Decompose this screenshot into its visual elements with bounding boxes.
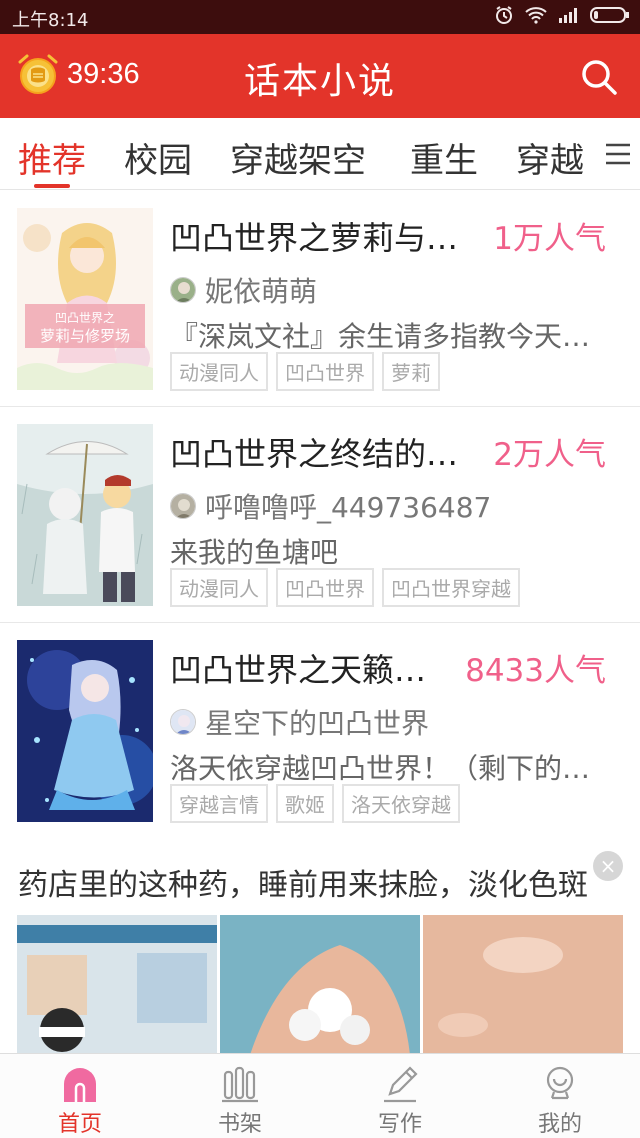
author-row[interactable]: 妮依萌萌 [170,273,318,308]
nav-home[interactable]: 首页 [0,1054,160,1138]
battery-icon [590,7,629,23]
signal-icon [559,8,577,23]
nav-bookshelf[interactable]: 书架 [160,1054,320,1138]
home-icon [64,1068,96,1102]
book-title[interactable]: 凹凸世界之萝莉与… [170,213,470,259]
ad-images[interactable] [17,915,623,1053]
status-time: 上午8:14 [12,10,89,31]
nav-write[interactable]: 写作 [320,1054,480,1138]
nav-label: 我的 [537,1112,582,1137]
book-item[interactable]: 凹凸世界之天籁… 8433人气 星空下的凹凸世界 洛天依穿越凹凸世界！（剩下的…… [0,623,640,839]
tag[interactable]: 动漫同人 [170,568,268,607]
app-bar: 39:36 话本小说 [0,34,640,118]
tag[interactable]: 歌姬 [276,784,334,823]
search-icon[interactable] [578,56,620,98]
book-description: 『深岚文社』余生请多指教今天… [170,320,591,353]
book-title[interactable]: 凹凸世界之终结的… [170,429,470,475]
author-name: 星空下的凹凸世界 [205,707,430,740]
ad-banner[interactable]: 药店里的这种药，睡前用来抹脸，淡化色斑 × [0,838,640,1053]
tab-rebirth[interactable]: 重生 [410,133,478,182]
author-row[interactable]: 呼噜噜呼_449736487 [170,489,492,524]
tag-row: 动漫同人 凹凸世界 萝莉 [170,352,440,391]
tab-recommend[interactable]: 推荐 [18,133,86,182]
avatar [170,709,196,735]
book-title[interactable]: 凹凸世界之天籁… [170,645,470,691]
author-row[interactable]: 星空下的凹凸世界 [170,705,430,740]
tag-row: 动漫同人 凹凸世界 凹凸世界穿越 [170,568,520,607]
popularity-count: 1万人气 [493,221,606,257]
author-name: 妮依萌萌 [205,275,318,308]
close-icon[interactable]: × [593,851,623,881]
book-cover[interactable]: 凹凸世界之 萝莉与修罗场 [17,208,153,390]
tab-time-travel-fiction[interactable]: 穿越架空 [230,133,366,182]
ad-image[interactable] [17,915,217,1053]
tag[interactable]: 洛天依穿越 [342,784,460,823]
menu-icon[interactable] [604,140,632,168]
ad-text[interactable]: 药店里的这种药，睡前用来抹脸，淡化色斑 [18,860,618,904]
tab-campus[interactable]: 校园 [124,133,192,182]
cover-title-line1: 凹凸世界之 [55,311,115,325]
avatar [170,493,196,519]
tag[interactable]: 穿越言情 [170,784,268,823]
cover-title-line2: 萝莉与修罗场 [40,327,130,345]
author-name: 呼噜噜呼_449736487 [205,491,492,524]
app-title: 话本小说 [243,61,396,102]
tag-row: 穿越言情 歌姬 洛天依穿越 [170,784,460,823]
profile-icon [546,1066,574,1100]
wifi-icon [525,7,547,24]
book-description: 洛天依穿越凹凸世界！（剩下的… [170,752,591,785]
category-tabs: 推荐 校园 穿越架空 重生 穿越 [0,118,640,190]
tag[interactable]: 凹凸世界 [276,352,374,391]
tag[interactable]: 凹凸世界 [276,568,374,607]
active-tab-indicator [34,184,70,188]
pen-icon [384,1066,418,1103]
status-bar: 上午8:14 [0,0,640,34]
popularity-count: 2万人气 [493,437,606,473]
alarm-icon [496,6,512,24]
ad-image[interactable] [423,915,623,1053]
bottom-nav: 首页 书架 写作 我的 [0,1053,640,1138]
tag[interactable]: 凹凸世界穿越 [382,568,520,607]
avatar [170,277,196,303]
tag[interactable]: 动漫同人 [170,352,268,391]
book-cover[interactable] [17,640,153,822]
status-icons [494,5,630,25]
book-cover[interactable] [17,424,153,606]
popularity-count: 8433人气 [465,653,606,689]
book-item[interactable]: 凹凸世界之 萝莉与修罗场 凹凸世界之萝莉与… 1万人气 妮依萌萌 『深岚文社』余… [0,191,640,407]
book-item[interactable]: 凹凸世界之终结的… 2万人气 呼噜噜呼_449736487 来我的鱼塘吧 动漫同… [0,407,640,623]
nav-label: 书架 [217,1112,262,1137]
ad-image[interactable] [220,915,420,1053]
bookshelf-icon [222,1066,258,1103]
nav-profile[interactable]: 我的 [480,1054,640,1138]
nav-label: 首页 [57,1112,102,1137]
tab-time-travel[interactable]: 穿越 [516,133,584,182]
tag[interactable]: 萝莉 [382,352,440,391]
book-description: 来我的鱼塘吧 [170,536,339,569]
nav-label: 写作 [377,1112,422,1137]
